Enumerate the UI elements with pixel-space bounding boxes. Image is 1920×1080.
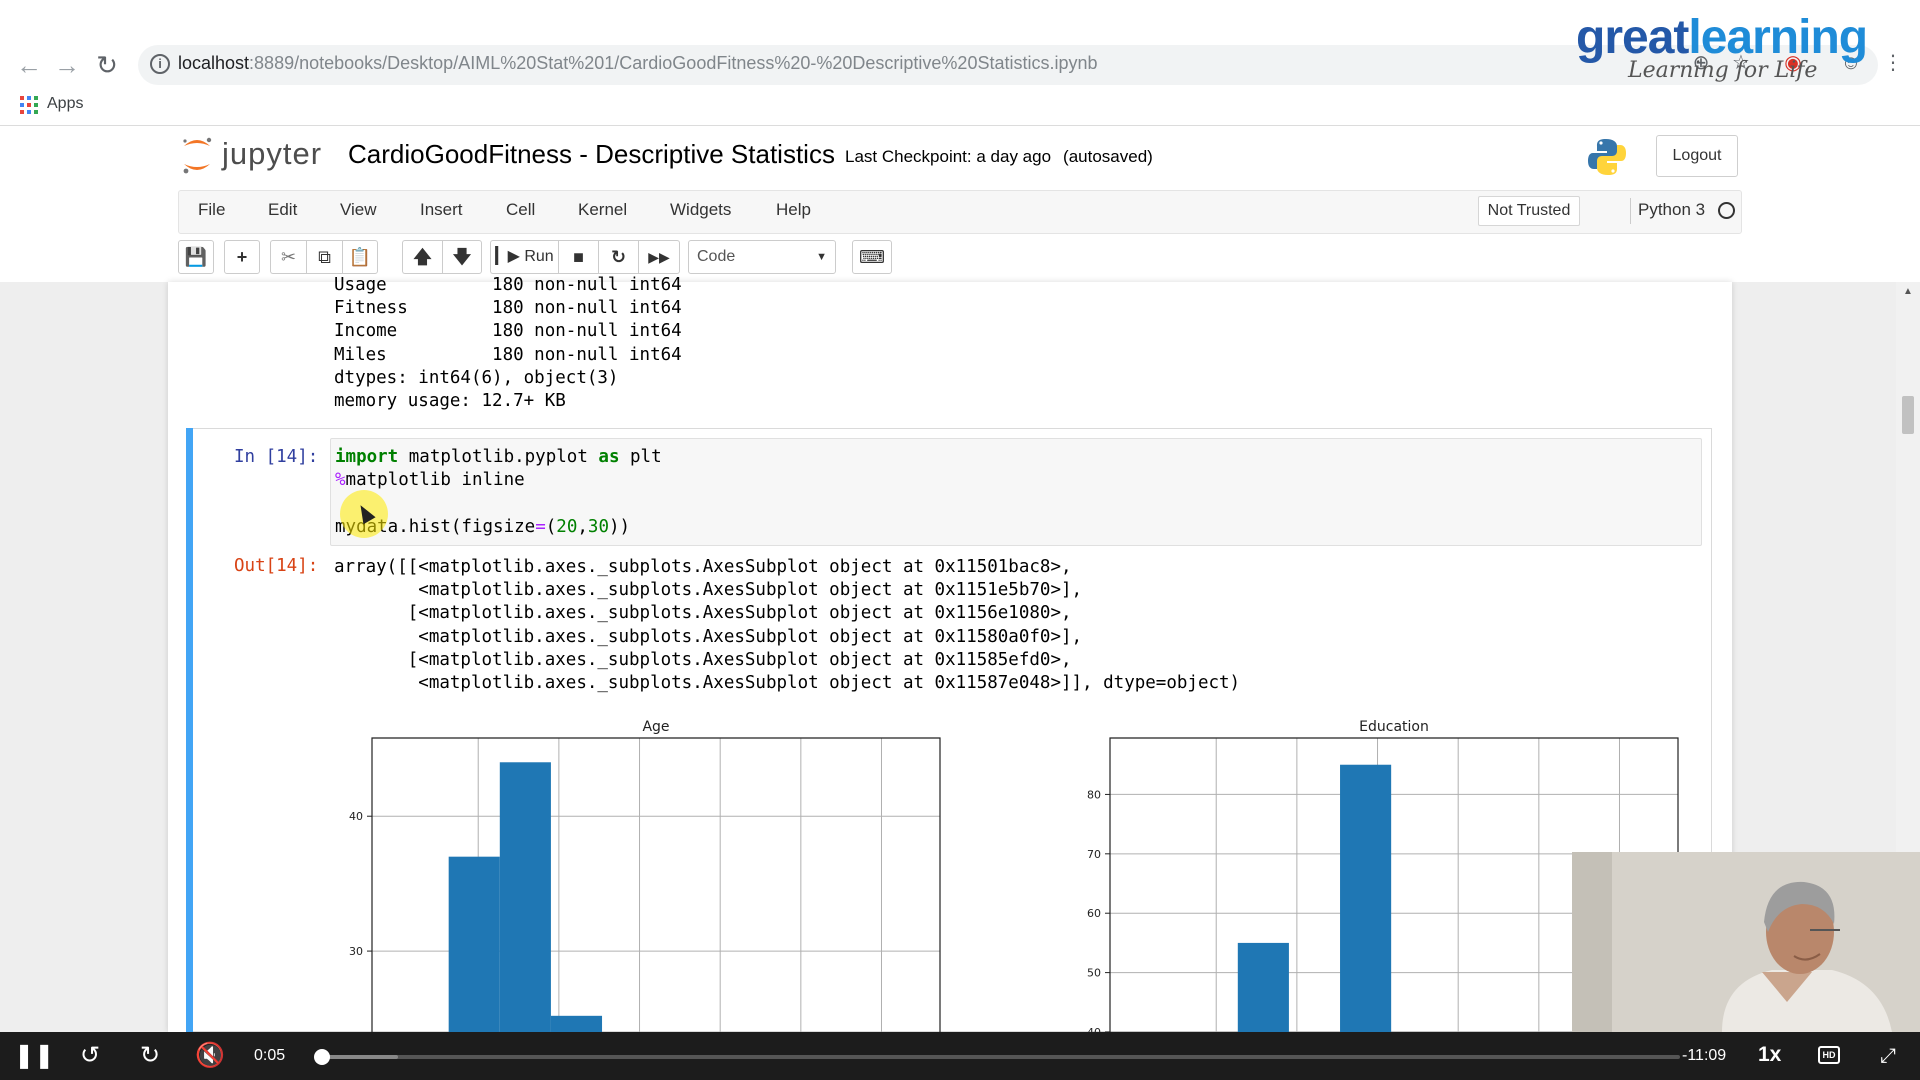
kernel-separator — [1630, 198, 1631, 224]
info-icon[interactable]: i — [150, 54, 170, 74]
y-tick-label: 30 — [349, 945, 363, 958]
histogram-bar — [448, 856, 500, 1032]
url-text[interactable]: localhost:8889/notebooks/Desktop/AIML%20… — [178, 53, 1098, 74]
url-path: :8889/notebooks/Desktop/AIML%20Stat%201/… — [249, 53, 1098, 73]
checkpoint-status: Last Checkpoint: a day ago (autosaved) — [845, 147, 1153, 167]
menu-help[interactable]: Help — [776, 200, 811, 220]
output-line: [<matplotlib.axes._subplots.AxesSubplot … — [334, 603, 1072, 624]
restart-icon[interactable]: ↻ — [598, 240, 638, 274]
output-line: Miles 180 non-null int64 — [334, 344, 682, 365]
elapsed-time: 0:05 — [254, 1047, 286, 1064]
age-histogram: Age 30 40 — [349, 719, 941, 1032]
output-line: Fitness 180 non-null int64 — [334, 298, 682, 319]
bookmark-apps[interactable]: Apps — [47, 95, 83, 113]
previous-cell-output: Usage 180 non-null int64 Fitness 180 non… — [334, 274, 682, 413]
chevron-down-icon: ▼ — [816, 251, 827, 263]
y-tick-label: 80 — [1087, 788, 1101, 801]
scroll-up-icon[interactable]: ▲ — [1900, 286, 1916, 298]
checkpoint-text: Last Checkpoint: a day ago — [845, 147, 1052, 166]
python-logo-icon — [1588, 139, 1626, 175]
menu-insert[interactable]: Insert — [420, 200, 463, 220]
histogram-bar — [499, 762, 551, 1032]
url-host: localhost — [178, 53, 250, 73]
rewind-icon[interactable]: ↺ — [74, 1042, 106, 1070]
jupyter-wordmark[interactable]: jupyter — [222, 136, 322, 172]
mute-icon[interactable]: 🔇 — [194, 1042, 226, 1070]
add-cell-icon[interactable]: + — [224, 240, 260, 274]
playback-speed-button[interactable]: 1x — [1758, 1043, 1781, 1067]
run-icon: ▎▶ — [495, 248, 520, 265]
logout-button[interactable]: Logout — [1656, 135, 1738, 177]
paste-icon[interactable]: 📋 — [342, 240, 378, 274]
chart-title: Education — [1359, 719, 1429, 735]
brand-part2: learning — [1688, 11, 1868, 64]
exit-fullscreen-icon[interactable]: ⤢ — [1872, 1042, 1904, 1070]
cell-selection-bar — [186, 428, 193, 1032]
forward-skip-icon[interactable]: ↻ — [134, 1042, 166, 1070]
y-tick-label: 70 — [1087, 848, 1101, 861]
output-line: <matplotlib.axes._subplots.AxesSubplot o… — [334, 580, 1083, 601]
jupyter-logo-icon — [183, 137, 212, 174]
back-icon[interactable]: ← — [14, 50, 44, 80]
cell-output-text: array([[<matplotlib.axes._subplots.AxesS… — [334, 556, 1240, 695]
menu-file[interactable]: File — [198, 200, 225, 220]
presenter-webcam — [1572, 852, 1920, 1032]
menu-widgets[interactable]: Widgets — [670, 200, 731, 220]
histogram-bar — [1237, 942, 1289, 1032]
cell-type-value: Code — [697, 248, 736, 265]
notebook-title[interactable]: CardioGoodFitness - Descriptive Statisti… — [348, 139, 835, 170]
greatlearning-logo: greatlearning Learning for Life — [1576, 11, 1896, 84]
command-palette-keyboard-icon[interactable]: ⌨ — [852, 240, 892, 274]
move-up-icon[interactable]: 🡅 — [402, 240, 442, 274]
move-down-icon[interactable]: 🡇 — [442, 240, 482, 274]
copy-icon[interactable]: ⧉ — [306, 240, 342, 274]
output-line: [<matplotlib.axes._subplots.AxesSubplot … — [334, 649, 1072, 670]
y-tick-label: 60 — [1087, 907, 1101, 920]
code-line-import: import matplotlib.pyplot as plt — [335, 447, 662, 467]
output-line: dtypes: int64(6), object(3) — [334, 367, 619, 388]
apps-grid-icon[interactable] — [20, 96, 38, 114]
interrupt-icon[interactable]: ■ — [558, 240, 598, 274]
output-prompt: Out[14]: — [234, 556, 319, 576]
remaining-time: -11:09 — [1682, 1047, 1727, 1064]
output-line: array([[<matplotlib.axes._subplots.AxesS… — [334, 557, 1072, 577]
code-line-magic: %matplotlib inline — [335, 470, 525, 491]
menu-cell[interactable]: Cell — [506, 200, 535, 220]
menu-view[interactable]: View — [340, 200, 377, 220]
presenter-image — [1572, 852, 1920, 1032]
histogram-bar — [1340, 764, 1392, 1032]
output-line: memory usage: 12.7+ KB — [334, 391, 566, 412]
save-icon[interactable]: 💾 — [178, 240, 214, 274]
not-trusted-button[interactable]: Not Trusted — [1478, 196, 1580, 226]
forward-icon[interactable]: → — [52, 50, 82, 80]
histogram-bar — [550, 1015, 603, 1032]
output-line: Income 180 non-null int64 — [334, 321, 682, 342]
menu-edit[interactable]: Edit — [268, 200, 297, 220]
output-line: <matplotlib.axes._subplots.AxesSubplot o… — [334, 673, 1241, 694]
restart-run-all-icon[interactable]: ▶▶ — [638, 240, 680, 274]
chart-title: Age — [642, 719, 669, 735]
output-line: Usage 180 non-null int64 — [334, 275, 682, 295]
cell-type-select[interactable]: Code ▼ — [688, 240, 836, 274]
output-line: <matplotlib.axes._subplots.AxesSubplot o… — [334, 626, 1083, 647]
scrollbar-thumb[interactable] — [1902, 396, 1914, 434]
kernel-name[interactable]: Python 3 — [1638, 200, 1705, 220]
y-tick-label: 40 — [349, 810, 363, 823]
autosave-text: (autosaved) — [1063, 147, 1153, 166]
cut-icon[interactable]: ✂ — [270, 240, 306, 274]
menu-kernel[interactable]: Kernel — [578, 200, 627, 220]
brand-part1: great — [1576, 11, 1689, 64]
pause-icon[interactable]: ❚❚ — [14, 1042, 54, 1070]
run-button[interactable]: ▎▶ Run — [490, 240, 558, 274]
reload-icon[interactable]: ↻ — [92, 50, 122, 80]
run-label: Run — [524, 248, 554, 265]
hd-quality-button[interactable]: HD — [1818, 1046, 1840, 1064]
y-tick-label: 50 — [1087, 967, 1101, 980]
video-buffer-bar — [322, 1055, 398, 1059]
input-prompt: In [14]: — [234, 447, 319, 467]
kernel-idle-indicator-icon — [1718, 202, 1735, 219]
video-progress-knob[interactable] — [314, 1049, 330, 1065]
video-progress-track[interactable] — [322, 1055, 1680, 1059]
